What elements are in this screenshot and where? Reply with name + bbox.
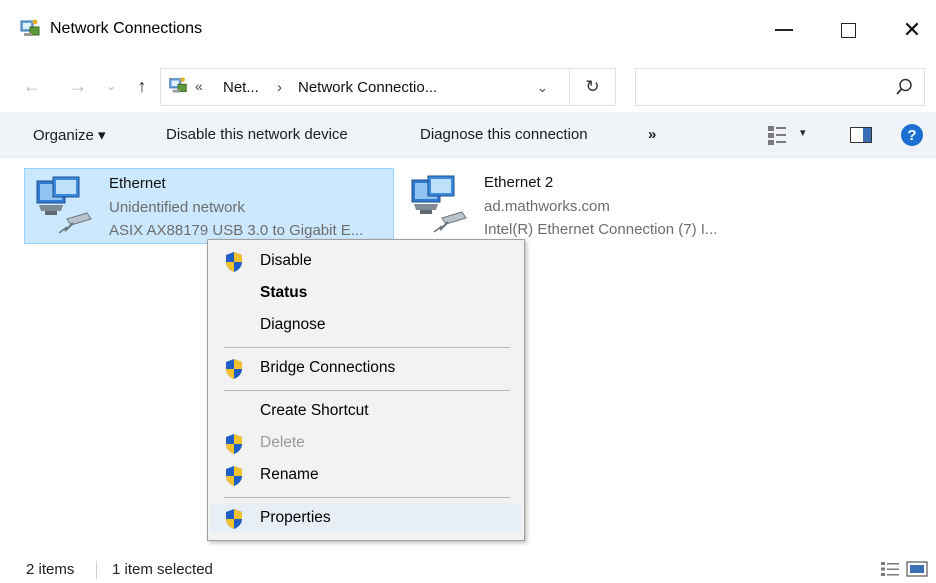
status-bar: 2 items 1 item selected (0, 555, 936, 583)
change-view-icon[interactable] (766, 124, 790, 146)
menu-item-delete[interactable]: Delete (210, 428, 522, 458)
organize-menu-button[interactable]: Organize ▾ (33, 126, 106, 144)
menu-item-label: Rename (260, 466, 319, 483)
menu-item-label: Delete (260, 434, 305, 451)
refresh-button[interactable]: ↻ (570, 68, 616, 106)
close-button[interactable]: ✕ (884, 8, 936, 52)
view-dropdown-icon[interactable]: ▾ (800, 126, 806, 139)
connection-network: ad.mathworks.com (484, 198, 610, 215)
more-commands-button[interactable]: » (648, 126, 656, 143)
connection-device: Intel(R) Ethernet Connection (7) I... (484, 221, 718, 238)
menu-item-status[interactable]: Status (210, 278, 522, 308)
disable-device-button[interactable]: Disable this network device (166, 126, 348, 143)
maximize-icon (840, 22, 856, 38)
menu-item-properties[interactable]: Properties (210, 503, 522, 533)
connection-name: Ethernet 2 (484, 174, 554, 191)
window-title: Network Connections (50, 20, 203, 37)
menu-separator (224, 347, 510, 348)
network-connections-window: Network Connections ✕ ← → ⌄ ↑ « Net... ›… (0, 0, 936, 583)
large-icons-view-icon[interactable] (906, 560, 928, 578)
forward-button[interactable]: → (64, 72, 92, 100)
search-icon (896, 78, 912, 95)
menu-separator (224, 497, 510, 498)
preview-pane-icon[interactable] (850, 127, 872, 143)
uac-shield-icon (226, 466, 242, 486)
selection-count: 1 item selected (112, 561, 213, 578)
menu-item-label: Status (260, 284, 308, 301)
maximize-button[interactable] (820, 8, 876, 52)
menu-item-label: Create Shortcut (260, 402, 369, 419)
diagnose-connection-button[interactable]: Diagnose this connection (420, 126, 588, 143)
menu-item-rename[interactable]: Rename (210, 460, 522, 490)
chevron-down-icon: ⌄ (105, 79, 117, 93)
navigation-bar: ← → ⌄ ↑ « Net... › Network Connectio... … (0, 60, 936, 112)
command-bar: Organize ▾ Disable this network device D… (0, 112, 936, 158)
minimize-button[interactable] (756, 8, 812, 52)
address-bar[interactable]: « Net... › Network Connectio... ⌄ (160, 68, 570, 106)
ethernet-adapter-icon (411, 175, 467, 233)
connection-network: Unidentified network (109, 199, 245, 216)
address-dropdown-icon[interactable]: ⌄ (537, 80, 548, 96)
uac-shield-icon (226, 359, 242, 379)
connection-item-ethernet[interactable]: Ethernet Unidentified network ASIX AX881… (24, 168, 394, 244)
back-arrow-icon: ← (23, 75, 41, 96)
breadcrumb-segment-network-connections[interactable]: Network Connectio... (298, 79, 437, 96)
refresh-icon: ↻ (585, 77, 600, 96)
connection-device: ASIX AX88179 USB 3.0 to Gigabit E... (109, 222, 364, 239)
breadcrumb-separator[interactable]: › (277, 79, 282, 96)
menu-separator (224, 390, 510, 391)
connection-item-ethernet-2[interactable]: Ethernet 2 ad.mathworks.com Intel(R) Eth… (400, 168, 760, 244)
menu-item-label: Properties (260, 509, 331, 526)
up-button[interactable]: ↑ (130, 72, 154, 100)
search-input[interactable] (635, 68, 925, 106)
title-bar: Network Connections ✕ (0, 0, 936, 60)
network-connections-icon (20, 19, 40, 36)
up-arrow-icon: ↑ (137, 75, 147, 96)
item-count: 2 items (26, 561, 75, 578)
address-overflow-chevron[interactable]: « (195, 78, 203, 94)
menu-item-bridge-connections[interactable]: Bridge Connections (210, 353, 522, 383)
status-divider (96, 561, 97, 579)
menu-item-label: Bridge Connections (260, 359, 396, 376)
uac-shield-icon (226, 509, 242, 529)
forward-arrow-icon: → (69, 75, 87, 96)
menu-item-create-shortcut[interactable]: Create Shortcut (210, 396, 522, 426)
menu-item-disable[interactable]: Disable (210, 246, 522, 276)
menu-item-diagnose[interactable]: Diagnose (210, 310, 522, 340)
details-view-icon[interactable] (880, 560, 900, 578)
menu-item-label: Diagnose (260, 316, 326, 333)
recent-locations-button[interactable]: ⌄ (102, 72, 120, 100)
close-icon: ✕ (902, 17, 922, 42)
uac-shield-icon (226, 252, 242, 272)
network-connections-icon (169, 77, 187, 93)
context-menu: Disable Status Diagnose Bridge Connectio… (207, 239, 525, 541)
menu-item-label: Disable (260, 252, 312, 269)
minimize-icon (775, 29, 793, 31)
uac-shield-icon (226, 434, 242, 454)
breadcrumb-segment-network[interactable]: Net... (223, 79, 259, 96)
back-button[interactable]: ← (18, 72, 46, 100)
ethernet-adapter-icon (36, 176, 92, 234)
help-icon[interactable]: ? (901, 124, 923, 146)
connection-name: Ethernet (109, 175, 166, 192)
